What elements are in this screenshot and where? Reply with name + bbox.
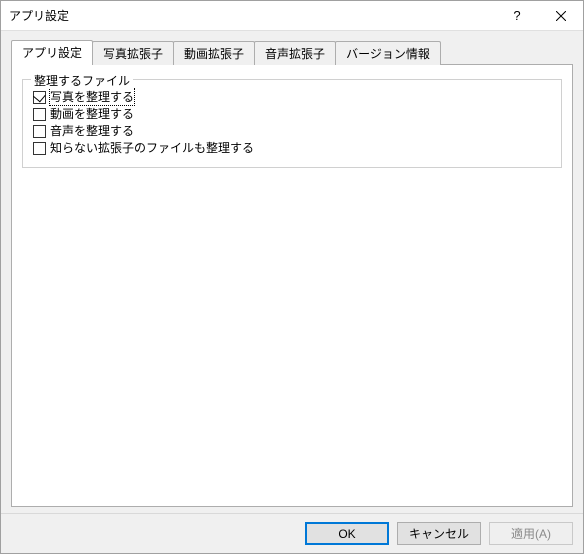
tab-label: バージョン情報	[346, 47, 430, 61]
close-button[interactable]	[539, 1, 583, 31]
title-bar: アプリ設定 ?	[1, 1, 583, 31]
help-button[interactable]: ?	[495, 1, 539, 31]
tab-label: アプリ設定	[22, 46, 82, 60]
apply-button[interactable]: 適用(A)	[489, 522, 573, 545]
tab-page: 整理するファイル 写真を整理する 動画を整理する 音声を整理する 知らない拡張子…	[11, 64, 573, 507]
tab-video-ext[interactable]: 動画拡張子	[173, 41, 255, 65]
checkbox-row-videos[interactable]: 動画を整理する	[33, 106, 551, 122]
checkbox-icon	[33, 108, 46, 121]
checkbox-label: 写真を整理する	[50, 89, 134, 105]
cancel-button[interactable]: キャンセル	[397, 522, 481, 545]
checkbox-row-unknown-ext[interactable]: 知らない拡張子のファイルも整理する	[33, 140, 551, 156]
tab-label: 音声拡張子	[265, 47, 325, 61]
tab-version-info[interactable]: バージョン情報	[335, 41, 441, 65]
client-area: アプリ設定 写真拡張子 動画拡張子 音声拡張子 バージョン情報 整理するファイル…	[1, 31, 583, 513]
tab-app-settings[interactable]: アプリ設定	[11, 40, 93, 65]
ok-button[interactable]: OK	[305, 522, 389, 545]
tab-strip: アプリ設定 写真拡張子 動画拡張子 音声拡張子 バージョン情報	[11, 39, 573, 64]
tab-photo-ext[interactable]: 写真拡張子	[92, 41, 174, 65]
tab-label: 動画拡張子	[184, 47, 244, 61]
checkbox-icon	[33, 91, 46, 104]
dialog-button-row: OK キャンセル 適用(A)	[1, 513, 583, 553]
checkbox-label: 音声を整理する	[50, 123, 134, 139]
group-files-to-organize: 整理するファイル 写真を整理する 動画を整理する 音声を整理する 知らない拡張子…	[22, 79, 562, 168]
checkbox-row-audio[interactable]: 音声を整理する	[33, 123, 551, 139]
checkbox-row-photos[interactable]: 写真を整理する	[33, 89, 551, 105]
checkbox-icon	[33, 125, 46, 138]
checkbox-label: 知らない拡張子のファイルも整理する	[50, 140, 254, 156]
checkbox-icon	[33, 142, 46, 155]
tab-label: 写真拡張子	[103, 47, 163, 61]
settings-dialog: アプリ設定 ? アプリ設定 写真拡張子 動画拡張子 音声拡張子 バージョン情報 …	[0, 0, 584, 554]
checkbox-label: 動画を整理する	[50, 106, 134, 122]
window-title: アプリ設定	[9, 7, 495, 24]
group-legend: 整理するファイル	[31, 72, 133, 89]
close-icon	[556, 11, 566, 21]
tab-audio-ext[interactable]: 音声拡張子	[254, 41, 336, 65]
